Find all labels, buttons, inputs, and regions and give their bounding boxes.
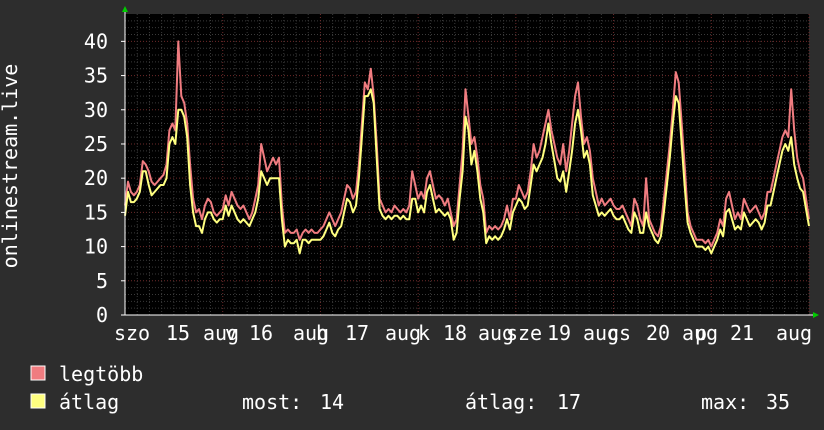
y-tick-label: 25 <box>84 132 108 156</box>
x-tick-label: h <box>316 321 328 345</box>
x-tick-label: aug <box>385 321 421 345</box>
legend-swatch <box>30 393 46 409</box>
stat-label: átlag: <box>465 390 537 414</box>
stats-row: most: 14 átlag: 17 max: 35 <box>242 390 790 414</box>
x-tick-label: aug <box>776 321 812 345</box>
y-tick-label: 10 <box>84 235 108 259</box>
y-tick-label: 15 <box>84 200 108 224</box>
stat-label: most: <box>242 390 302 414</box>
y-tick-label: 20 <box>84 166 108 190</box>
x-tick-label: cs <box>607 321 631 345</box>
y-tick-label: 0 <box>96 303 108 327</box>
x-tick-label: k <box>418 321 430 345</box>
x-tick-label: p <box>695 321 707 345</box>
y-tick-label: 35 <box>84 64 108 88</box>
stat-label: max: <box>701 390 749 414</box>
stat-value: 17 <box>557 390 581 414</box>
x-tick-label: sze <box>506 321 542 345</box>
x-tick-label: 20 <box>646 321 670 345</box>
legend-swatch <box>30 365 46 381</box>
y-tick-label: 5 <box>96 269 108 293</box>
y-tick-label: 30 <box>84 98 108 122</box>
x-tick-label: v <box>225 321 237 345</box>
x-tick-label: 18 <box>443 321 467 345</box>
y-axis-label: onlinestream.live <box>0 64 22 269</box>
x-tick-label: 15 <box>166 321 190 345</box>
x-tick-label: 19 <box>547 321 571 345</box>
legend-label: átlag <box>59 390 119 414</box>
x-tick-label: 16 <box>249 321 273 345</box>
x-tick-label: szo <box>114 321 150 345</box>
x-tick-labels: szo 15 augv 16 augh 17 augk 18 augsze 19 augcs 20 au… <box>114 321 812 345</box>
x-tick-label: 21 <box>730 321 754 345</box>
stat-value: 35 <box>766 390 790 414</box>
x-tick-label: 17 <box>345 321 369 345</box>
y-tick-label: 40 <box>84 29 108 53</box>
legend-label: legtöbb <box>59 362 143 386</box>
traffic-chart: 0510152025303540 szo 15 augv 16 augh 17 augk 18… <box>0 0 824 430</box>
stat-value: 14 <box>320 390 344 414</box>
